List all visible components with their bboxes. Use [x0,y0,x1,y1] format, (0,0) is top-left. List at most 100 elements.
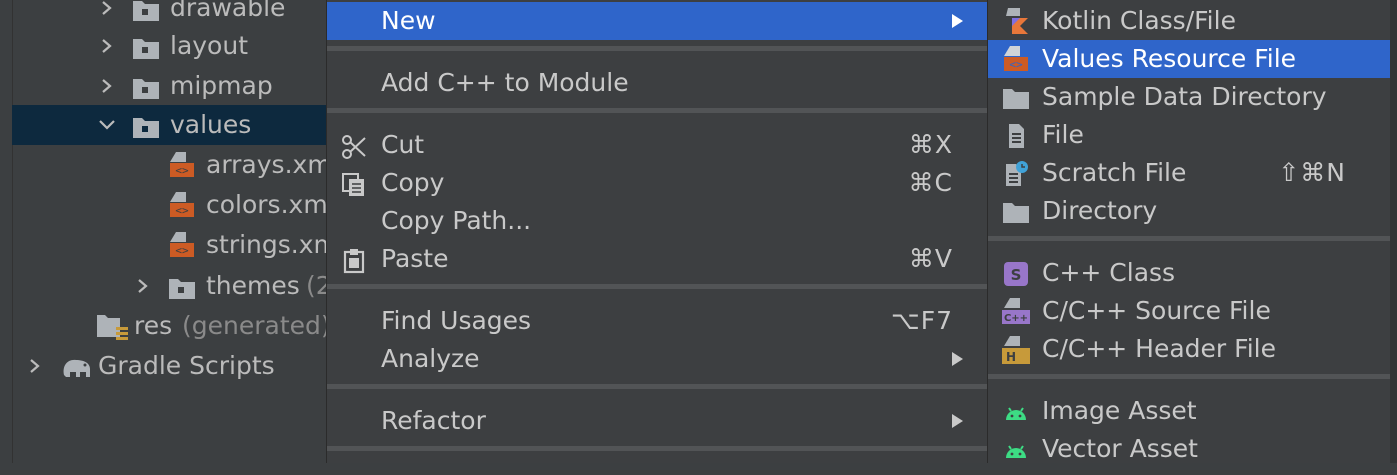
gradle-elephant-icon [60,353,94,379]
menu-item-label: Find Usages [381,306,532,335]
context-menu: New Add C++ to Module Cut ⌘X Copy ⌘C Cop… [326,0,988,463]
scratch-file-icon [1002,160,1030,188]
menu-item-label: Paste [381,244,449,273]
shortcut-label: ⌘X [908,130,953,159]
tree-item-label: themes [206,271,300,300]
submenu-item-label: Scratch File [1042,158,1187,187]
menu-item-add-cpp-to-module[interactable]: Add C++ to Module [327,64,987,102]
menu-separator [327,46,987,51]
scissors-icon [341,133,367,159]
submenu-right-edge [1390,0,1397,463]
submenu-item-values-resource-file[interactable]: <> Values Resource File [988,40,1390,78]
tree-item-label: res [134,311,173,340]
submenu-item-label: C/C++ Source File [1042,296,1271,325]
svg-text:H: H [1006,350,1016,364]
menu-item-copy-path[interactable]: Copy Path... [327,202,987,240]
submenu-item-label: File [1042,120,1084,149]
submenu-item-label: C/C++ Header File [1042,334,1276,363]
menu-item-copy[interactable]: Copy ⌘C [327,164,987,202]
menu-separator [327,108,987,113]
menu-item-cut[interactable]: Cut ⌘X [327,126,987,164]
submenu-arrow-icon [952,14,963,28]
menu-separator [327,384,987,389]
tree-item-label: strings.xm [206,230,338,259]
submenu-item-label: Directory [1042,196,1158,225]
chevron-right-icon[interactable] [100,26,116,66]
folder-icon [132,112,160,138]
menu-separator [988,236,1390,241]
menu-separator [327,284,987,289]
folder-icon [168,273,196,299]
shortcut-label: ⇧⌘N [1278,158,1346,187]
chevron-right-icon[interactable] [100,0,116,28]
submenu-item-file[interactable]: File [988,116,1390,154]
cpp-source-file-icon: C++ [1002,298,1030,326]
menu-item-refactor[interactable]: Refactor [327,402,987,440]
submenu-item-sample-data-directory[interactable]: Sample Data Directory [988,78,1390,116]
menu-item-new[interactable]: New [327,2,987,40]
xml-file-icon: <> [168,232,196,258]
tree-item-label: mipmap [170,71,273,100]
new-submenu: Kotlin Class/File <> Values Resource Fil… [988,0,1397,463]
svg-text:C++: C++ [1004,313,1028,324]
generated-res-folder-icon [96,313,128,340]
chevron-right-icon[interactable] [100,66,116,106]
folder-icon [1002,84,1030,112]
submenu-item-label: C++ Class [1042,258,1176,287]
menu-item-label: Add C++ to Module [381,68,629,97]
kotlin-file-icon [1002,8,1030,36]
submenu-item-c-cpp-header-file[interactable]: H C/C++ Header File [988,330,1390,368]
menu-item-label: Cut [381,130,425,159]
menu-item-label: New [381,6,436,35]
tree-item-label: values [170,110,252,139]
folder-icon [132,0,160,21]
folder-icon [132,33,160,59]
chevron-right-icon[interactable] [136,266,152,306]
submenu-item-scratch-file[interactable]: Scratch File ⇧⌘N [988,154,1390,192]
chevron-right-icon[interactable] [28,346,44,386]
submenu-item-label: Vector Asset [1042,434,1198,463]
submenu-item-cpp-class[interactable]: S C++ Class [988,254,1390,292]
folder-icon [132,73,160,99]
submenu-item-kotlin-class-file[interactable]: Kotlin Class/File [988,2,1390,40]
shortcut-label: ⌥F7 [890,306,953,335]
paste-clipboard-icon [341,247,367,274]
shortcut-label: ⌘V [908,244,953,273]
submenu-item-label: Values Resource File [1042,44,1297,73]
xml-file-icon: <> [168,152,196,178]
submenu-item-directory[interactable]: Directory [988,192,1390,230]
android-icon [1002,398,1030,426]
chevron-down-icon[interactable] [98,105,115,145]
menu-item-label: Copy [381,168,445,197]
svg-text:<>: <> [175,164,189,177]
submenu-item-image-asset[interactable]: Image Asset [988,392,1390,430]
submenu-item-label: Image Asset [1042,396,1197,425]
menu-item-paste[interactable]: Paste ⌘V [327,240,987,278]
xml-file-icon: <> [168,192,196,218]
tree-item-annotation: (generated) [182,311,331,340]
shortcut-label: ⌘C [908,168,953,197]
tree-item-label: layout [170,31,249,60]
submenu-item-vector-asset[interactable]: Vector Asset [988,430,1390,468]
file-icon [1002,122,1030,150]
xml-resource-file-icon: <> [1002,46,1030,74]
menu-item-label: Copy Path... [381,206,532,235]
menu-separator [327,446,987,451]
menu-item-analyze[interactable]: Analyze [327,340,987,378]
android-icon [1002,436,1030,464]
svg-text:<>: <> [1009,58,1023,71]
tree-item-label: drawable [170,0,286,22]
folder-icon [1002,198,1030,226]
cpp-header-file-icon: H [1002,336,1030,364]
tree-item-label: arrays.xm [206,150,332,179]
menu-separator [988,374,1390,379]
svg-text:<>: <> [175,244,189,257]
submenu-arrow-icon [952,352,963,366]
cpp-class-icon: S [1002,260,1030,288]
tree-item-label: colors.xm [206,190,328,219]
submenu-item-c-cpp-source-file[interactable]: C++ C/C++ Source File [988,292,1390,330]
svg-text:<>: <> [175,204,189,217]
submenu-item-label: Kotlin Class/File [1042,6,1236,35]
menu-item-find-usages[interactable]: Find Usages ⌥F7 [327,302,987,340]
menu-item-label: Refactor [381,406,486,435]
